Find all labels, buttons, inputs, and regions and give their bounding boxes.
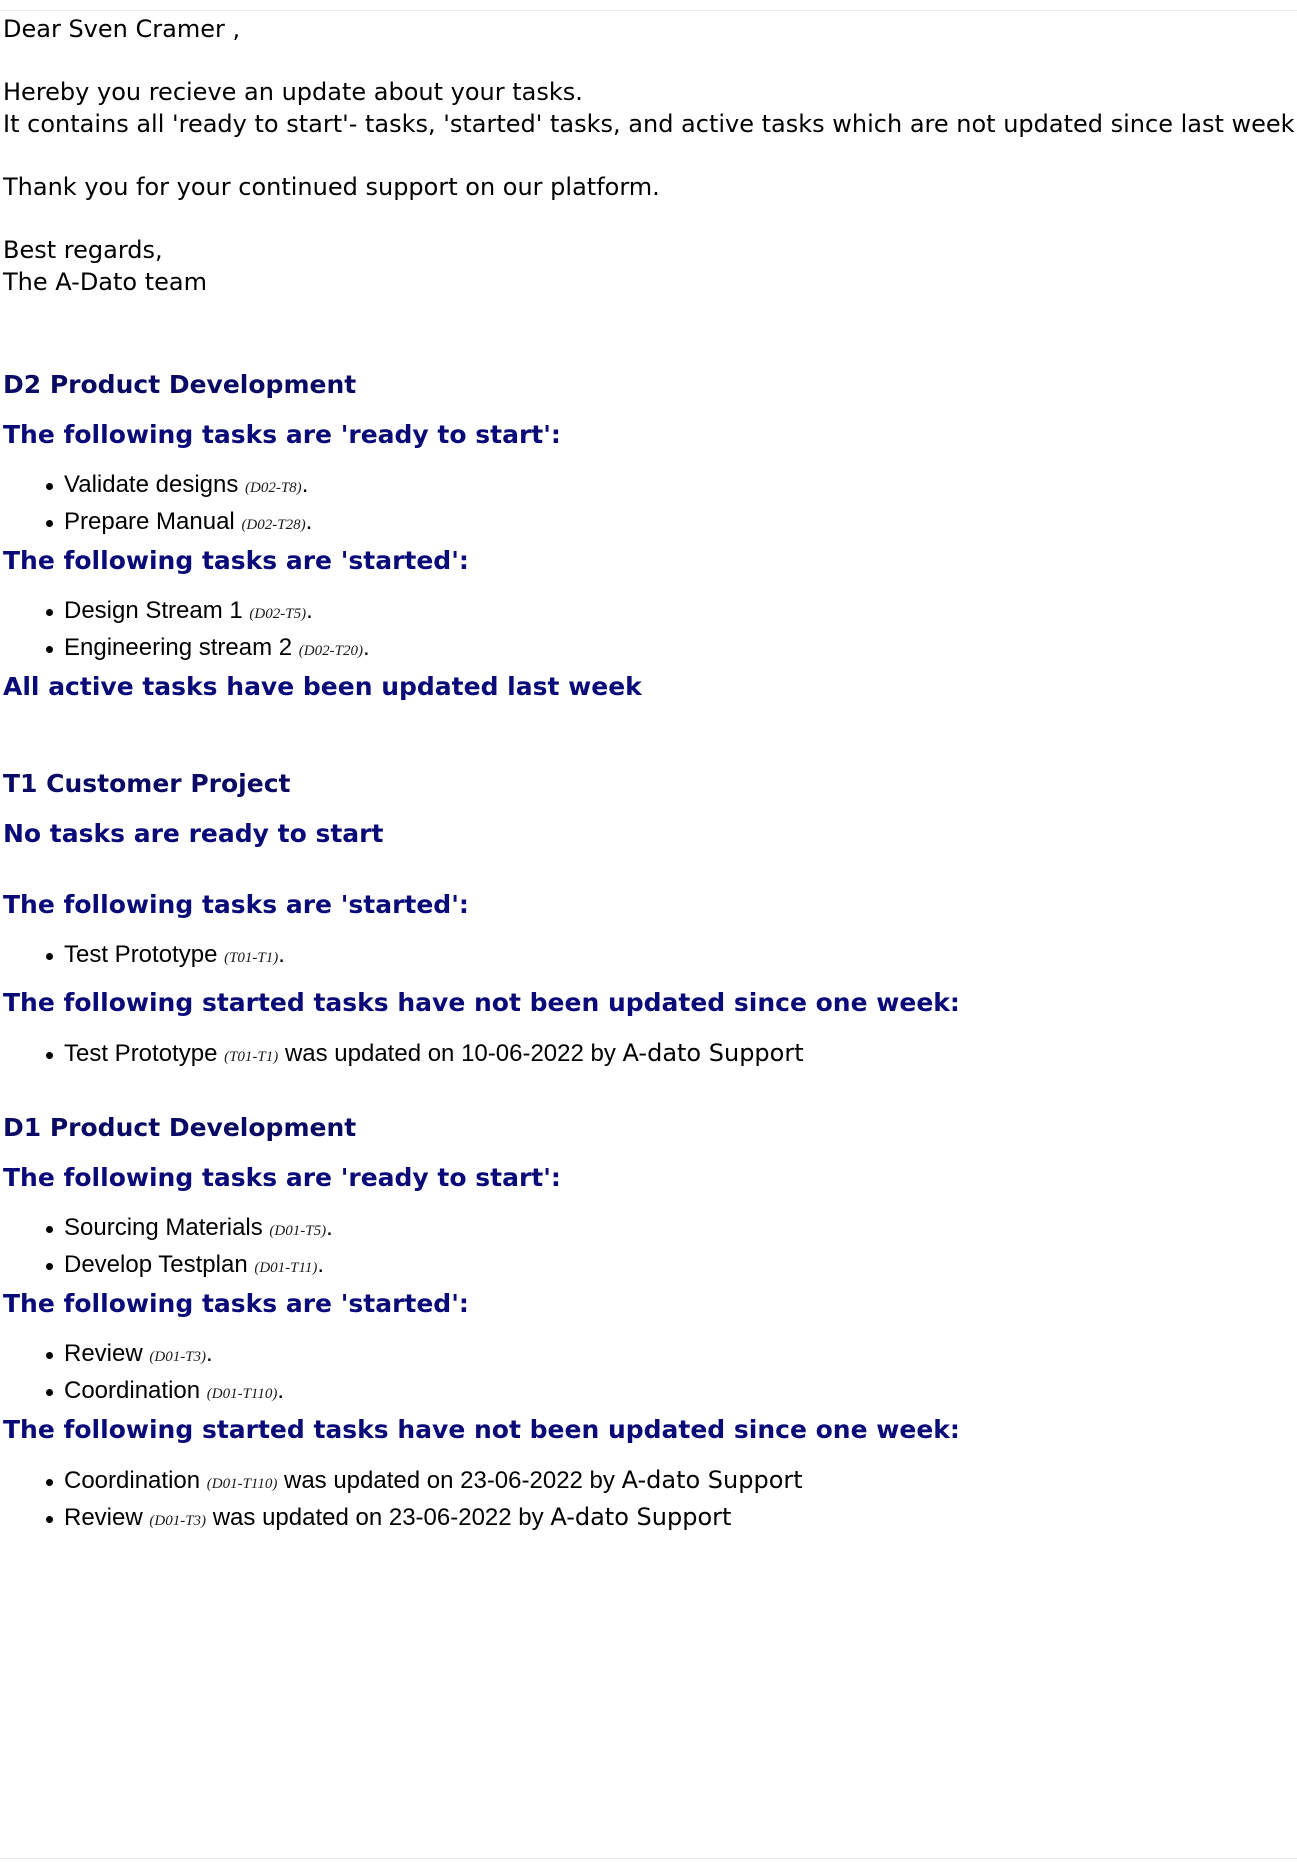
project-title: D1 Product Development bbox=[3, 1113, 357, 1142]
ready-heading: No tasks are ready to start bbox=[3, 819, 384, 848]
task-name: Design Stream 1 bbox=[64, 597, 250, 624]
task-code: (D02-T8) bbox=[245, 480, 302, 496]
task-name: Validate designs bbox=[64, 471, 239, 498]
task-item: Engineering stream 2 (D02-T20). bbox=[46, 631, 370, 668]
regards-line: Best regards, bbox=[3, 236, 163, 265]
task-name: Develop Testplan bbox=[64, 1251, 248, 1278]
task-updated-info: was updated on 10-06-2022 by bbox=[284, 1040, 623, 1067]
task-name: Coordination bbox=[64, 1467, 201, 1494]
task-item: Sourcing Materials (D01-T5). bbox=[46, 1211, 333, 1248]
started-heading: The following tasks are 'started': bbox=[3, 546, 469, 575]
project-title: T1 Customer Project bbox=[3, 769, 291, 798]
task-item: Validate designs (D02-T8). bbox=[46, 468, 312, 505]
task-item: Prepare Manual (D02-T28). bbox=[46, 505, 312, 542]
started-heading: The following tasks are 'started': bbox=[3, 1289, 469, 1318]
task-item: Review (D01-T3) was updated on 23-06-202… bbox=[46, 1501, 803, 1538]
task-code: (D01-T110) bbox=[206, 1386, 278, 1402]
task-item: Test Prototype (T01-T1). bbox=[46, 938, 285, 975]
task-code: (D02-T28) bbox=[241, 517, 306, 533]
task-item: Coordination (D01-T110). bbox=[46, 1374, 284, 1411]
started-task-list: Test Prototype (T01-T1). bbox=[46, 938, 285, 975]
thanks-line: Thank you for your continued support on … bbox=[3, 172, 660, 201]
task-code: (T01-T1) bbox=[224, 950, 279, 966]
intro-line-1: Hereby you recieve an update about your … bbox=[3, 78, 583, 107]
task-code: (T01-T1) bbox=[224, 1049, 279, 1065]
task-code: (D02-T20) bbox=[298, 643, 363, 659]
task-name: Review bbox=[64, 1504, 143, 1531]
intro-message: Dear Sven Cramer , Hereby you recieve an… bbox=[3, 14, 1297, 298]
task-item: Test Prototype (T01-T1) was updated on 1… bbox=[46, 1037, 804, 1074]
ready-task-list: Sourcing Materials (D01-T5). Develop Tes… bbox=[46, 1211, 333, 1285]
started-task-list: Design Stream 1 (D02-T5). Engineering st… bbox=[46, 594, 370, 668]
task-item: Coordination (D01-T110) was updated on 2… bbox=[46, 1464, 803, 1501]
task-item: Develop Testplan (D01-T11). bbox=[46, 1248, 333, 1285]
task-name: Test Prototype bbox=[64, 1040, 218, 1067]
task-code: (D02-T5) bbox=[249, 606, 307, 622]
task-updated-info: was updated on 23-06-2022 by bbox=[283, 1467, 622, 1494]
stale-task-list: Coordination (D01-T110) was updated on 2… bbox=[46, 1464, 803, 1538]
task-updated-info: was updated on 23-06-2022 by bbox=[212, 1504, 551, 1531]
task-updated-by: A-dato Support bbox=[622, 1039, 804, 1067]
ready-task-list: Validate designs (D02-T8). Prepare Manua… bbox=[46, 468, 312, 542]
intro-line-2: It contains all 'ready to start'- tasks,… bbox=[3, 109, 1297, 138]
task-name: Test Prototype bbox=[64, 941, 218, 968]
stale-heading: All active tasks have been updated last … bbox=[3, 672, 642, 701]
project-title: D2 Product Development bbox=[3, 370, 357, 399]
task-name: Review bbox=[64, 1340, 143, 1367]
ready-heading: The following tasks are 'ready to start'… bbox=[3, 1163, 561, 1192]
task-updated-by: A-dato Support bbox=[621, 1466, 803, 1494]
task-item: Review (D01-T3). bbox=[46, 1337, 284, 1374]
stale-heading: The following started tasks have not bee… bbox=[3, 1415, 960, 1444]
team-signature: The A-Dato team bbox=[3, 267, 207, 296]
task-code: (D01-T5) bbox=[269, 1223, 327, 1239]
stale-task-list: Test Prototype (T01-T1) was updated on 1… bbox=[46, 1037, 804, 1074]
started-heading: The following tasks are 'started': bbox=[3, 890, 469, 919]
task-code: (D01-T110) bbox=[206, 1476, 278, 1492]
task-name: Engineering stream 2 bbox=[64, 634, 299, 661]
task-updated-by: A-dato Support bbox=[550, 1503, 732, 1531]
task-name: Sourcing Materials bbox=[64, 1214, 263, 1241]
task-item: Design Stream 1 (D02-T5). bbox=[46, 594, 370, 631]
ready-heading: The following tasks are 'ready to start'… bbox=[3, 420, 561, 449]
stale-heading: The following started tasks have not bee… bbox=[3, 988, 960, 1017]
greeting: Dear Sven Cramer , bbox=[3, 15, 241, 43]
task-code: (D01-T3) bbox=[149, 1513, 207, 1529]
task-name: Prepare Manual bbox=[64, 508, 235, 535]
task-code: (D01-T11) bbox=[254, 1260, 318, 1276]
started-task-list: Review (D01-T3). Coordination (D01-T110)… bbox=[46, 1337, 284, 1411]
task-code: (D01-T3) bbox=[149, 1349, 207, 1365]
task-name: Coordination bbox=[64, 1377, 201, 1404]
